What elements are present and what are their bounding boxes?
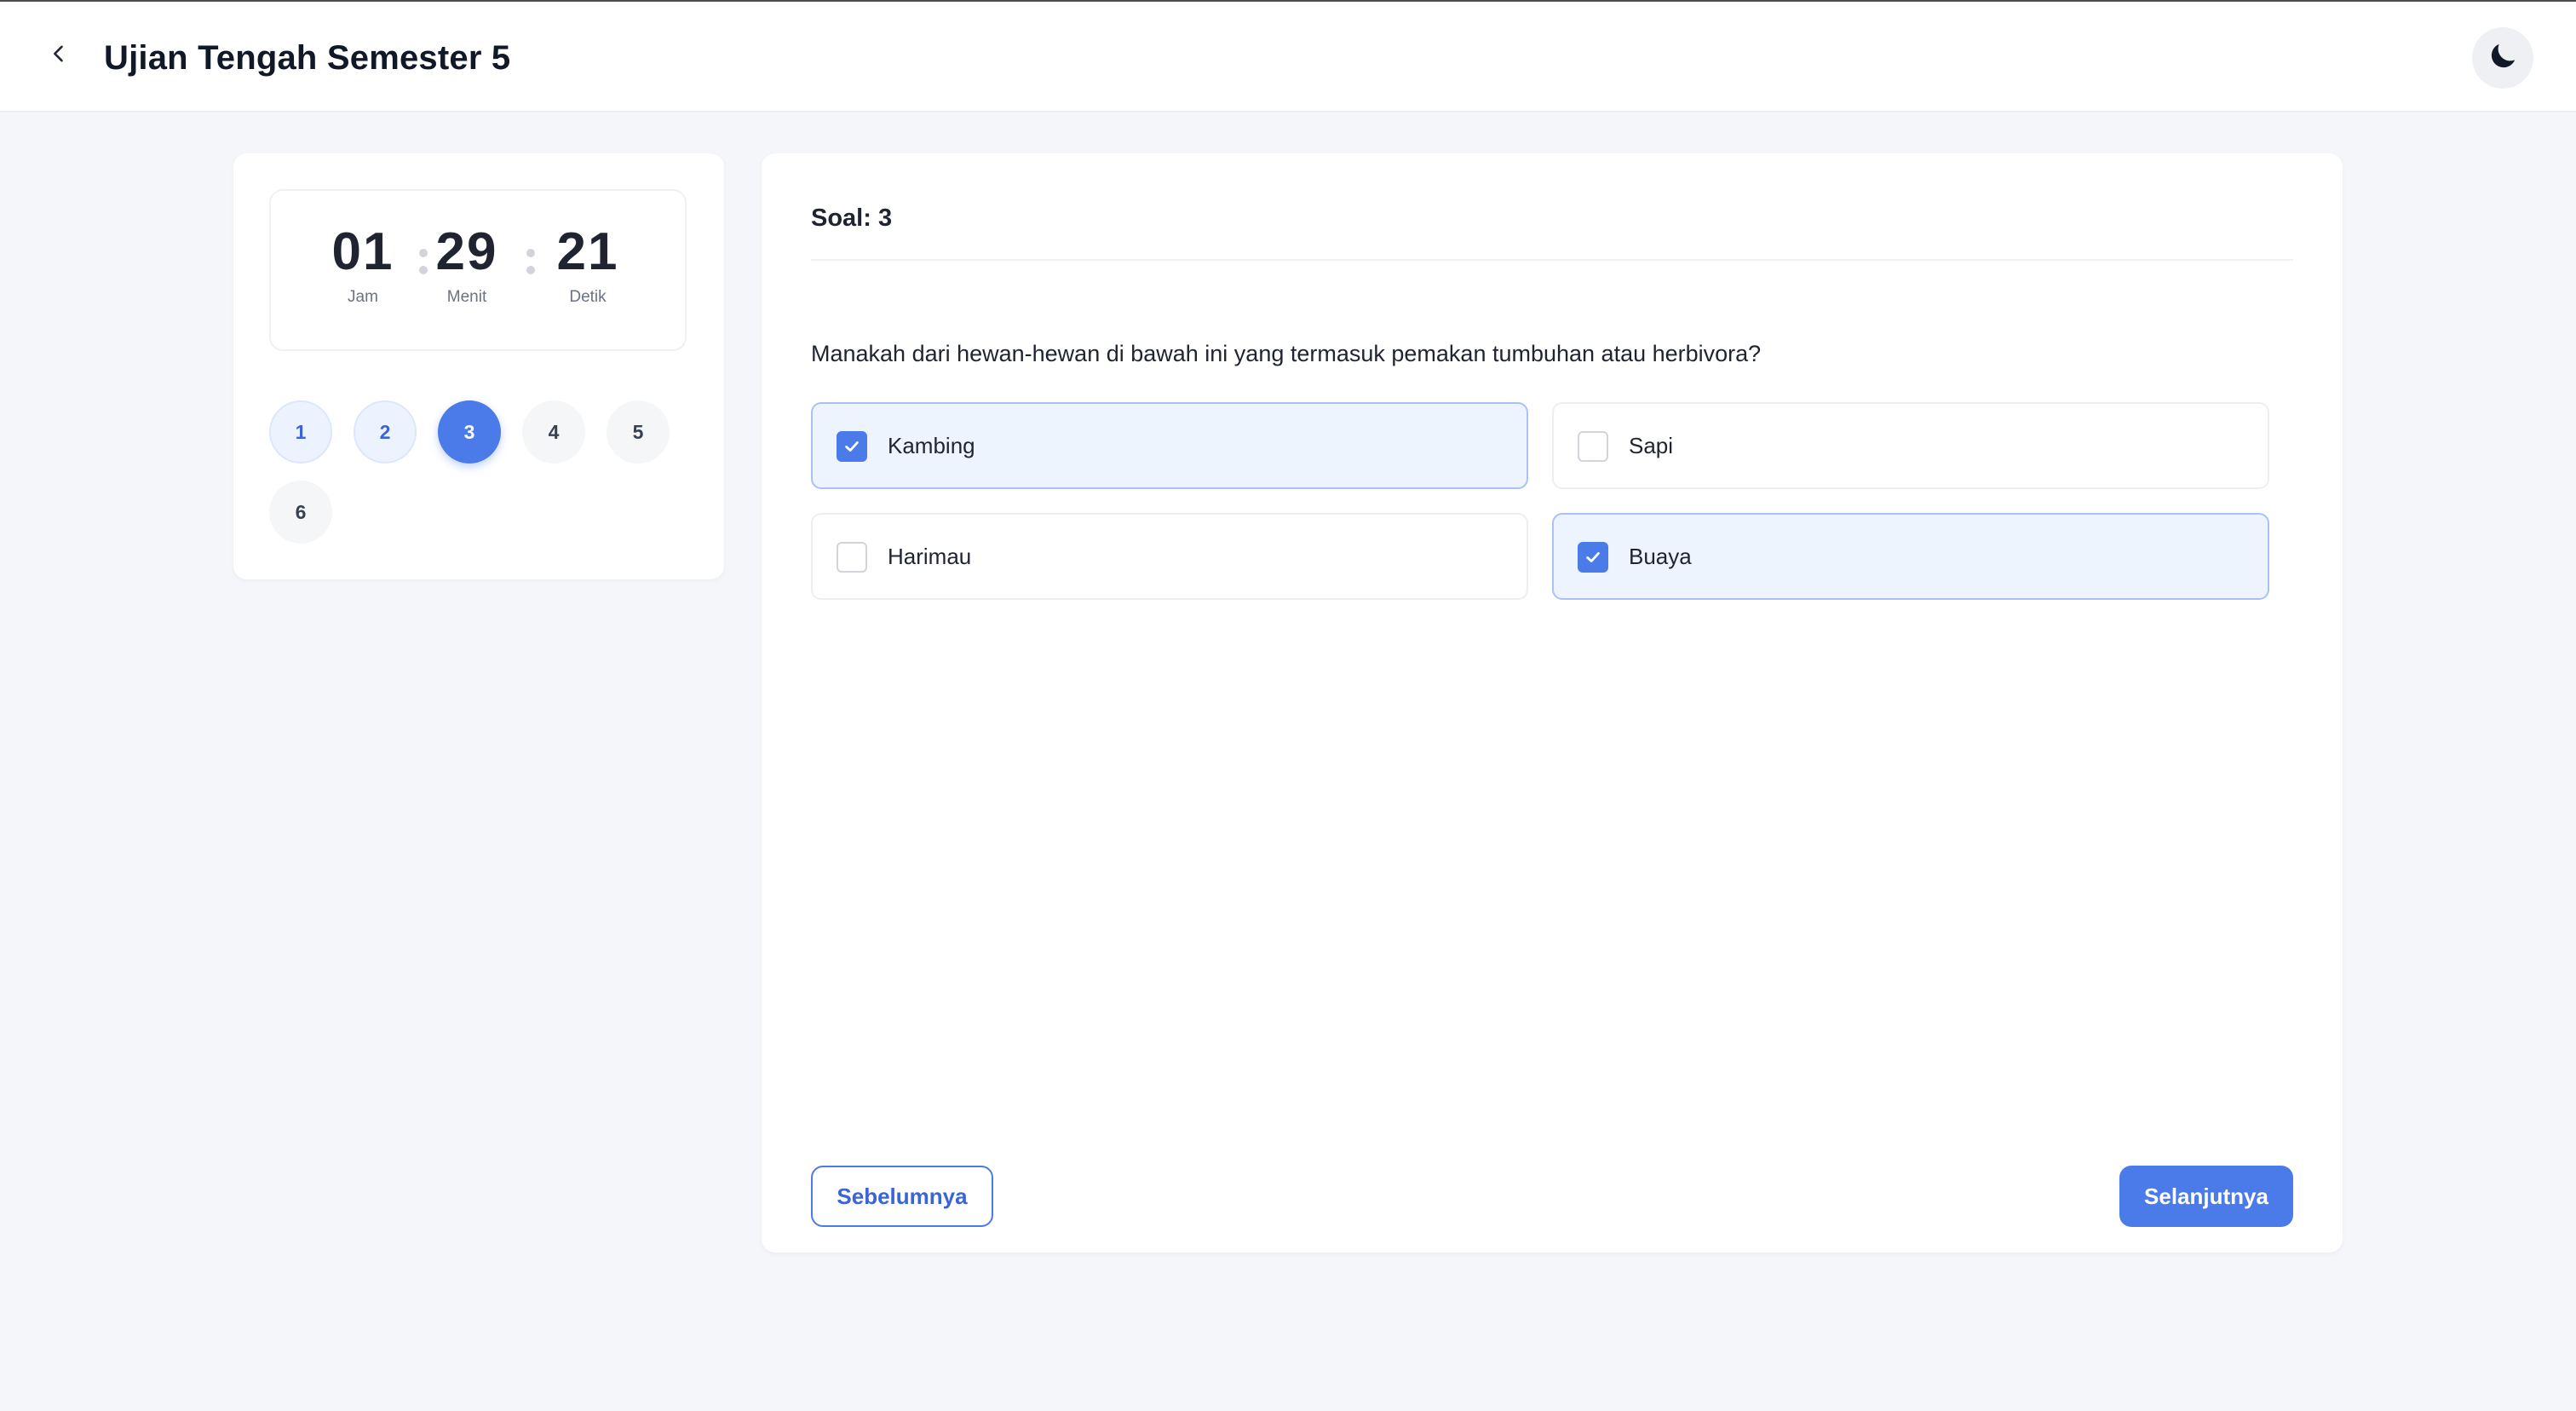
checkbox-unchecked[interactable]	[837, 542, 867, 573]
option-buaya[interactable]: Buaya	[1552, 513, 2269, 600]
question-text: Manakah dari hewan-hewan di bawah ini ya…	[811, 341, 1762, 366]
exam-sidebar: 01 Jam 29 Menit 21 Detik 1 2 3 4 5 6	[233, 153, 724, 579]
theme-toggle-button[interactable]	[2472, 27, 2533, 89]
back-button[interactable]	[37, 34, 80, 77]
option-harimau[interactable]: Harimau	[811, 513, 1528, 600]
option-label: Buaya	[1629, 544, 1692, 569]
moon-icon	[2486, 39, 2520, 78]
checkbox-checked[interactable]	[837, 431, 867, 462]
timer-hours-label: Jam	[348, 288, 378, 306]
option-label: Sapi	[1629, 433, 1674, 458]
next-button[interactable]: Selanjutnya	[2119, 1166, 2293, 1227]
question-card: Soal: 3 Manakah dari hewan-hewan di bawa…	[762, 153, 2343, 1253]
question-nav-4[interactable]: 4	[522, 400, 585, 464]
check-icon	[1586, 552, 1600, 562]
chevron-left-icon	[47, 42, 71, 70]
divider	[811, 259, 2293, 261]
checkbox-checked[interactable]	[1578, 542, 1608, 573]
timer-minutes-label: Menit	[446, 288, 487, 306]
checkbox-unchecked[interactable]	[1578, 431, 1608, 462]
timer-seconds-value: 21	[556, 222, 619, 281]
question-nav-1[interactable]: 1	[269, 400, 332, 464]
timer-minutes-value: 29	[435, 222, 498, 281]
option-kambing[interactable]: Kambing	[811, 402, 1528, 489]
timer-separator	[526, 244, 535, 278]
timer-minutes: 29 Menit	[416, 222, 518, 307]
timer-seconds-label: Detik	[569, 288, 607, 306]
option-label: Harimau	[888, 544, 972, 569]
timer-seconds: 21 Detik	[537, 222, 639, 307]
question-nav-6[interactable]: 6	[269, 481, 332, 544]
question-nav-3[interactable]: 3	[438, 400, 501, 464]
timer-hours-value: 01	[331, 222, 394, 281]
check-icon	[845, 441, 859, 452]
question-nav-5[interactable]: 5	[607, 400, 670, 464]
question-nav-2[interactable]: 2	[354, 400, 417, 464]
question-number: Soal: 3	[811, 204, 893, 232]
top-header: Ujian Tengah Semester 5	[0, 2, 2576, 112]
countdown-timer: 01 Jam 29 Menit 21 Detik	[269, 189, 687, 351]
option-sapi[interactable]: Sapi	[1552, 402, 2269, 489]
timer-hours: 01 Jam	[312, 222, 414, 307]
previous-button[interactable]: Sebelumnya	[811, 1166, 993, 1227]
option-label: Kambing	[888, 433, 975, 458]
page-title: Ujian Tengah Semester 5	[104, 39, 511, 77]
